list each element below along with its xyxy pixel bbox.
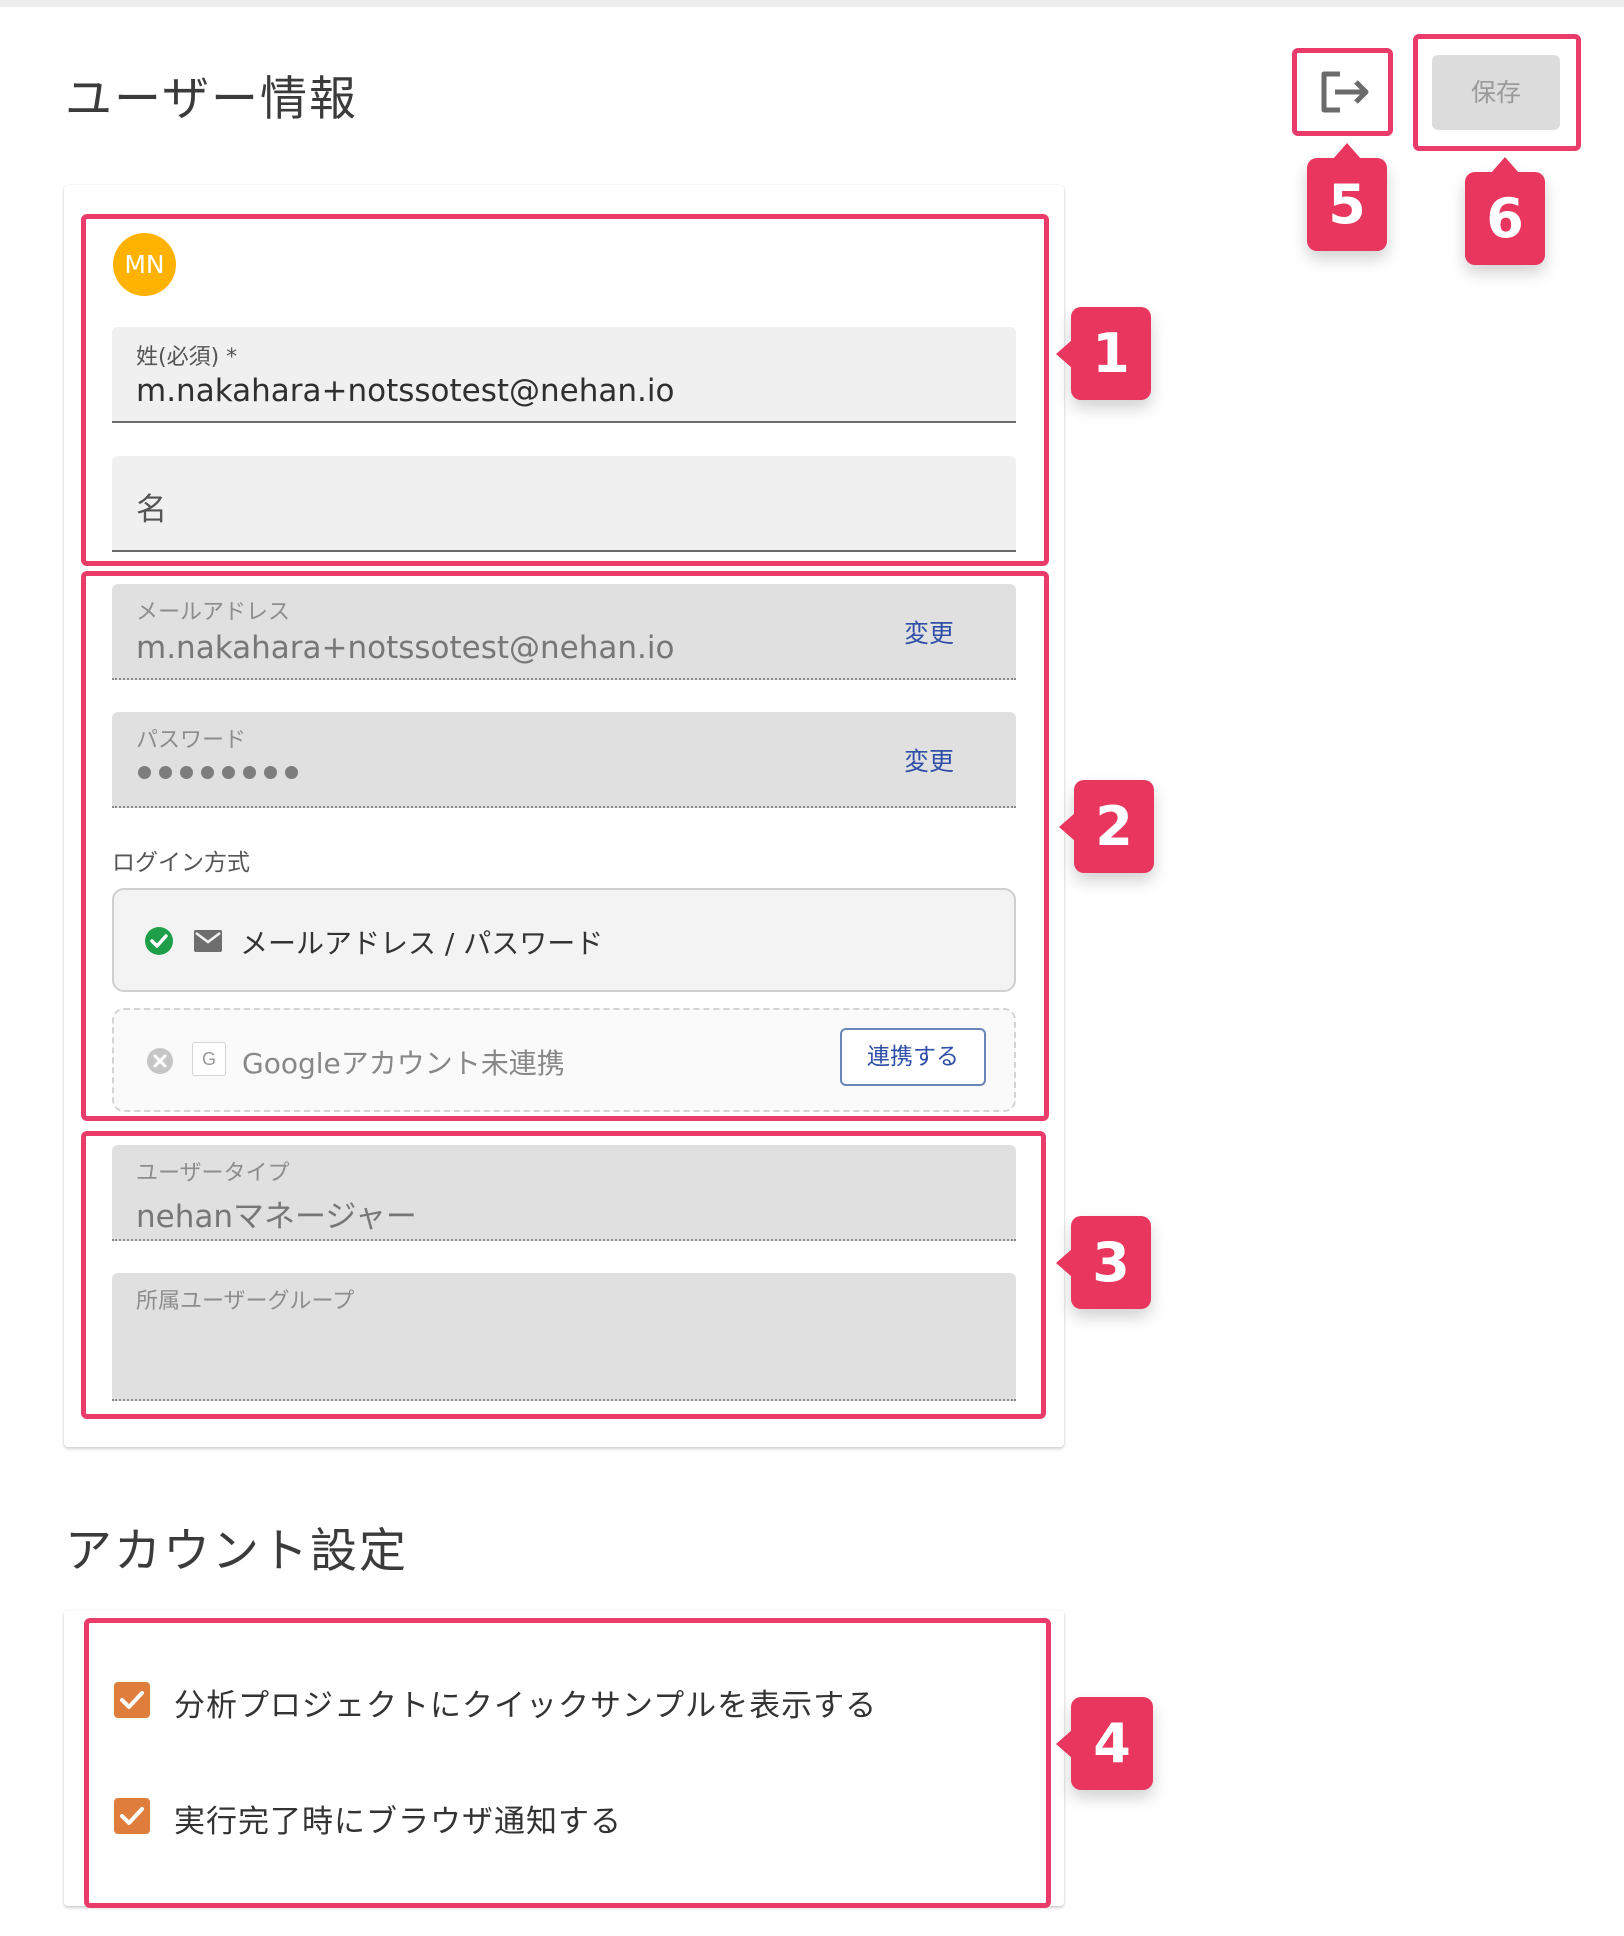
annotation-badge-5: 5 [1307, 158, 1387, 251]
annotation-badge-3: 3 [1071, 1216, 1151, 1309]
highlight-box-1 [81, 214, 1049, 566]
highlight-box-6 [1413, 34, 1581, 151]
annotation-badge-6: 6 [1465, 172, 1545, 265]
highlight-box-3 [81, 1131, 1046, 1419]
page-title: ユーザー情報 [65, 72, 359, 127]
annotation-badge-4: 4 [1071, 1697, 1153, 1790]
highlight-box-4 [84, 1618, 1051, 1908]
annotation-badge-2: 2 [1074, 780, 1154, 873]
annotation-badge-1: 1 [1071, 307, 1151, 400]
highlight-box-2 [81, 571, 1049, 1121]
account-settings-title: アカウント設定 [65, 1524, 408, 1579]
top-bar [0, 0, 1624, 7]
highlight-box-5 [1292, 48, 1393, 136]
